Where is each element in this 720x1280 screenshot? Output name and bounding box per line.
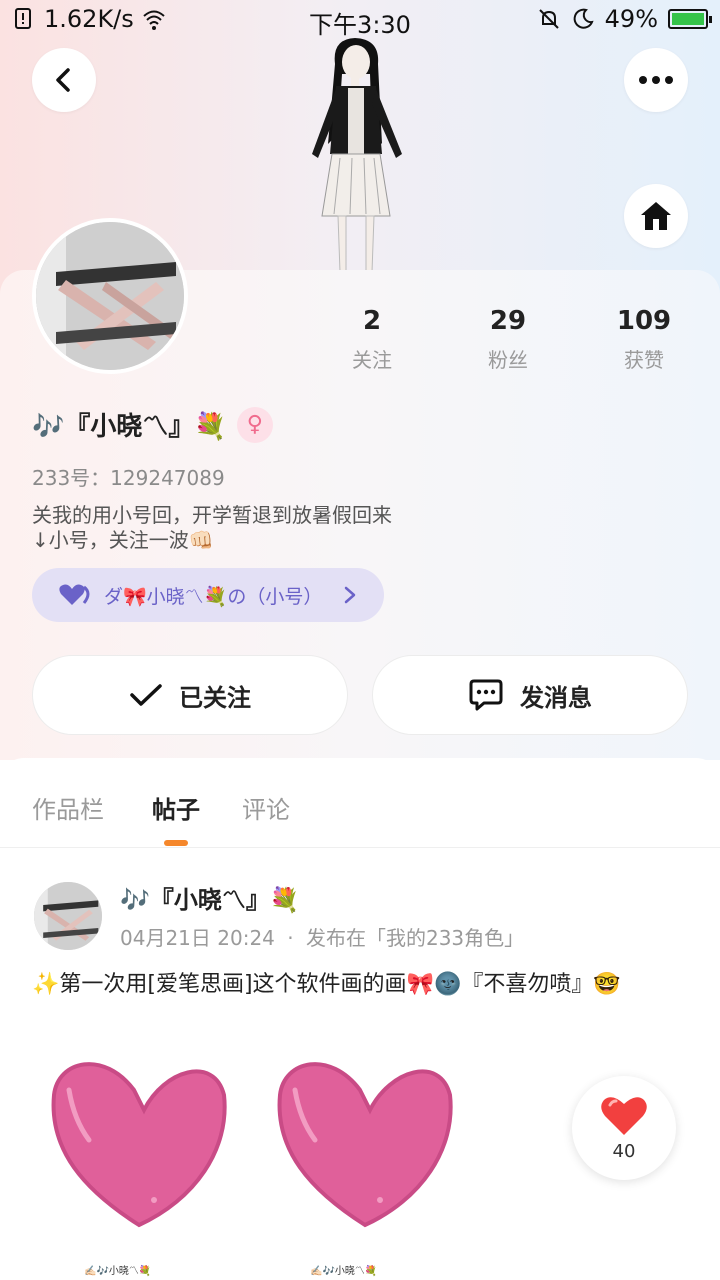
character-illustration — [312, 38, 402, 273]
sub-account-label: ダ🎀小晓〽💐の（小号） — [104, 585, 323, 608]
tab-comments[interactable]: 评论 — [242, 790, 290, 825]
post-text: ✨第一次用[爱笔思画]这个软件画的画🎀🌚『不喜勿喷』🤓 — [32, 972, 621, 997]
stat-likes[interactable]: 109 获赞 — [589, 306, 699, 373]
like-button[interactable]: 40 — [572, 1076, 676, 1180]
check-icon — [130, 684, 162, 706]
post-image-2[interactable] — [270, 1050, 460, 1240]
profile-name: 🎶『小晓〽』💐 — [32, 412, 227, 442]
chevron-left-icon — [56, 68, 70, 92]
post-location[interactable]: 发布在「我的233角色」 — [306, 926, 524, 950]
divider — [0, 847, 720, 848]
more-button[interactable] — [624, 48, 688, 112]
moon-icon — [573, 8, 594, 29]
follow-label: 已关注 — [179, 683, 251, 712]
heart-icon — [601, 1096, 647, 1135]
tab-works[interactable]: 作品栏 — [32, 790, 104, 825]
likes-count: 109 — [616, 306, 672, 336]
avatar-image — [34, 882, 102, 950]
battery-percent: 49% — [604, 5, 658, 33]
followers-label: 粉丝 — [488, 348, 528, 372]
message-label: 发消息 — [520, 683, 592, 712]
image-caption: ✍🏻🎶小晓〽💐 — [310, 1266, 378, 1277]
following-label: 关注 — [352, 348, 392, 372]
sub-account-link[interactable]: ダ🎀小晓〽💐の（小号） — [32, 568, 384, 622]
home-icon — [641, 202, 671, 230]
female-icon: ♀ — [236, 406, 273, 443]
stat-following[interactable]: 2 关注 — [317, 306, 427, 373]
like-count: 40 — [612, 1140, 636, 1162]
chevron-right-icon — [345, 586, 356, 604]
status-right: 49% — [537, 5, 712, 33]
following-count: 2 — [362, 306, 382, 336]
more-dots-icon — [639, 76, 673, 84]
likes-label: 获赞 — [624, 348, 664, 372]
follow-button[interactable]: 已关注 — [32, 655, 348, 735]
post-author-avatar[interactable] — [32, 880, 104, 952]
active-tab-indicator — [164, 840, 188, 846]
avatar[interactable] — [32, 218, 188, 374]
home-button[interactable] — [624, 184, 688, 248]
post-author-name[interactable]: 🎶『小晓〽』💐 — [120, 880, 300, 915]
stat-followers[interactable]: 29 粉丝 — [453, 306, 563, 373]
post-meta: 04月21日 20:24 · 发布在「我的233角色」 — [120, 922, 524, 951]
status-bar: 1.62K/s 下午3:30 49% — [0, 0, 720, 39]
mute-icon — [538, 9, 559, 29]
message-button[interactable]: 发消息 — [372, 655, 688, 735]
bio-line: ↓小号，关注一波👊🏻 — [32, 528, 214, 552]
heart-icon — [59, 584, 90, 605]
post-date: 04月21日 20:24 — [120, 926, 275, 950]
chat-icon — [469, 679, 503, 711]
battery-icon — [668, 9, 712, 29]
back-button[interactable] — [32, 48, 96, 112]
avatar-image — [36, 222, 184, 370]
bio-line: 关我的用小号回，开学暂退到放暑假回来 — [32, 503, 392, 527]
user-id: 233号：129247089 — [32, 466, 225, 490]
bio: 关我的用小号回，开学暂退到放暑假回来 ↓小号，关注一波👊🏻 — [32, 503, 452, 553]
post-image-1[interactable] — [44, 1050, 234, 1240]
name-row: 🎶『小晓〽』💐 ♀ — [32, 406, 273, 443]
meta-separator: · — [287, 926, 294, 950]
followers-count: 29 — [489, 306, 527, 336]
image-caption: ✍🏻🎶小晓〽💐 — [84, 1266, 152, 1277]
tab-posts[interactable]: 帖子 — [152, 790, 200, 825]
